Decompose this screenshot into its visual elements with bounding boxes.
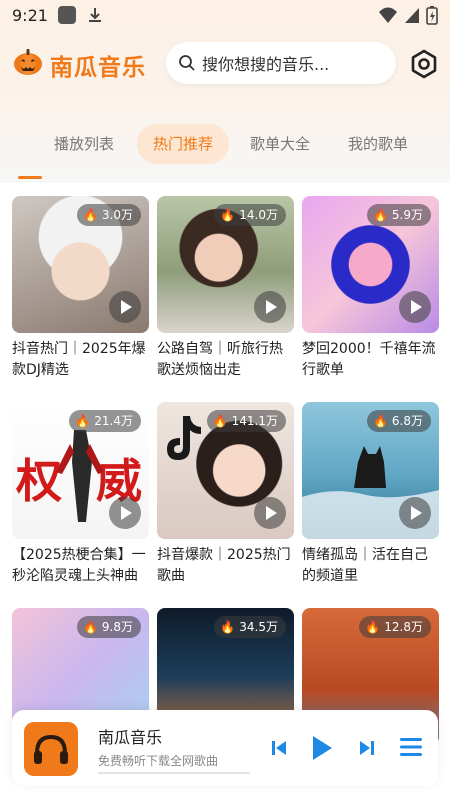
playlist-title: 【2025热梗合集】一秒沦陷灵魂上头神曲 (12, 547, 146, 584)
play-icon[interactable] (310, 734, 334, 762)
play-button[interactable] (254, 497, 286, 529)
svg-text:权: 权 (15, 454, 62, 508)
fire-icon: 🔥 (75, 414, 91, 428)
fire-icon: 🔥 (365, 620, 381, 634)
playlist-title: 情绪孤岛｜活在自己的频道里 (302, 547, 428, 584)
playlist-cover[interactable]: 🔥 141.1万 (157, 402, 294, 539)
play-count: 21.4万 (94, 414, 133, 428)
tab-my-songlists[interactable]: 我的歌单 (332, 124, 424, 164)
playlist-card[interactable]: 🔥 3.0万 抖音热门｜2025年爆款DJ精选 (12, 196, 149, 381)
tab-indicator (18, 176, 42, 179)
search-placeholder: 搜你想搜的音乐... (202, 55, 330, 74)
fire-icon: 🔥 (220, 620, 236, 634)
play-button[interactable] (254, 291, 286, 323)
status-time: 9:21 (12, 5, 48, 25)
play-button[interactable] (399, 497, 431, 529)
playback-progress[interactable] (98, 772, 250, 774)
fire-icon: 🔥 (372, 208, 388, 222)
play-count-badge: 🔥 14.0万 (214, 204, 286, 226)
fire-icon: 🔥 (82, 620, 98, 634)
play-count: 3.0万 (101, 208, 133, 222)
search-icon (179, 55, 195, 71)
play-count: 6.8万 (391, 414, 423, 428)
mini-player[interactable]: 南瓜音乐 免费畅听下载全网歌曲 (12, 710, 438, 786)
category-tabs: 播放列表 热门推荐 歌单大全 我的歌单 (0, 124, 450, 168)
playlist-card[interactable]: 权 威 🔥 21.4万 【2025热梗合集】一秒沦陷灵魂上头神曲 (12, 402, 149, 587)
status-bar: 9:21 (0, 0, 450, 30)
player-artwork[interactable] (24, 722, 78, 776)
fire-icon: 🔥 (220, 208, 236, 222)
playlist-cover[interactable]: 🔥 5.9万 (302, 196, 439, 333)
app-name: 南瓜音乐 (50, 55, 146, 81)
play-button[interactable] (109, 291, 141, 323)
settings-icon[interactable] (408, 48, 440, 80)
battery-icon (426, 6, 438, 25)
wifi-icon (379, 7, 397, 23)
play-count: 34.5万 (239, 620, 278, 634)
headphones-icon (34, 734, 68, 764)
playlist-cover[interactable]: 🔥 3.0万 (12, 196, 149, 333)
play-count: 5.9万 (391, 208, 423, 222)
play-count-badge: 🔥 9.8万 (76, 616, 141, 638)
search-bar[interactable]: 搜你想搜的音乐... (166, 42, 396, 84)
download-icon (86, 6, 104, 24)
play-button[interactable] (109, 497, 141, 529)
next-icon[interactable] (358, 738, 376, 758)
playlist-card[interactable]: 🔥 141.1万 抖音爆款｜2025热门歌曲 (157, 402, 294, 587)
playlist-cover[interactable]: 🔥 6.8万 (302, 402, 439, 539)
tab-hot-recommend[interactable]: 热门推荐 (137, 124, 229, 164)
play-count-badge: 🔥 21.4万 (69, 410, 141, 432)
playlist-card[interactable]: 🔥 6.8万 情绪孤岛｜活在自己的频道里 (302, 402, 439, 587)
play-count: 141.1万 (231, 414, 278, 428)
play-count-badge: 🔥 3.0万 (76, 204, 141, 226)
play-count: 12.8万 (384, 620, 423, 634)
tab-all-songlists[interactable]: 歌单大全 (234, 124, 326, 164)
fire-icon: 🔥 (212, 414, 228, 428)
playlist-title: 抖音热门｜2025年爆款DJ精选 (12, 341, 146, 378)
player-subtitle: 免费畅听下载全网歌曲 (98, 754, 219, 768)
playlist-cover[interactable]: 权 威 🔥 21.4万 (12, 402, 149, 539)
signal-icon (405, 8, 419, 23)
play-count-badge: 🔥 5.9万 (366, 204, 431, 226)
playlist-card[interactable]: 🔥 14.0万 公路自驾｜听旅行热歌送烦恼出走 (157, 196, 294, 381)
fire-icon: 🔥 (82, 208, 98, 222)
playlist-title: 公路自驾｜听旅行热歌送烦恼出走 (157, 341, 283, 378)
playlist-queue-icon[interactable] (398, 734, 424, 760)
playlist-card[interactable]: 🔥 5.9万 梦回2000！千禧年流行歌单 (302, 196, 439, 381)
playlist-cover[interactable]: 🔥 14.0万 (157, 196, 294, 333)
playlist-title: 抖音爆款｜2025热门歌曲 (157, 547, 291, 584)
tiktok-logo-icon (167, 416, 201, 460)
play-count: 14.0万 (239, 208, 278, 222)
play-button[interactable] (399, 291, 431, 323)
status-icons (378, 5, 438, 25)
previous-icon[interactable] (270, 738, 288, 758)
play-count-badge: 🔥 141.1万 (206, 410, 286, 432)
playlist-title: 梦回2000！千禧年流行歌单 (302, 341, 436, 378)
player-title: 南瓜音乐 (98, 728, 163, 747)
tab-playlist[interactable]: 播放列表 (38, 124, 130, 164)
play-count-badge: 🔥 34.5万 (214, 616, 286, 638)
play-count-badge: 🔥 12.8万 (359, 616, 431, 638)
divider (0, 181, 450, 182)
pumpkin-logo-icon (14, 49, 42, 75)
play-count-badge: 🔥 6.8万 (366, 410, 431, 432)
play-count: 9.8万 (101, 620, 133, 634)
app-header: 南瓜音乐 搜你想搜的音乐... (0, 38, 450, 88)
fire-icon: 🔥 (372, 414, 388, 428)
notification-icon (57, 6, 76, 24)
